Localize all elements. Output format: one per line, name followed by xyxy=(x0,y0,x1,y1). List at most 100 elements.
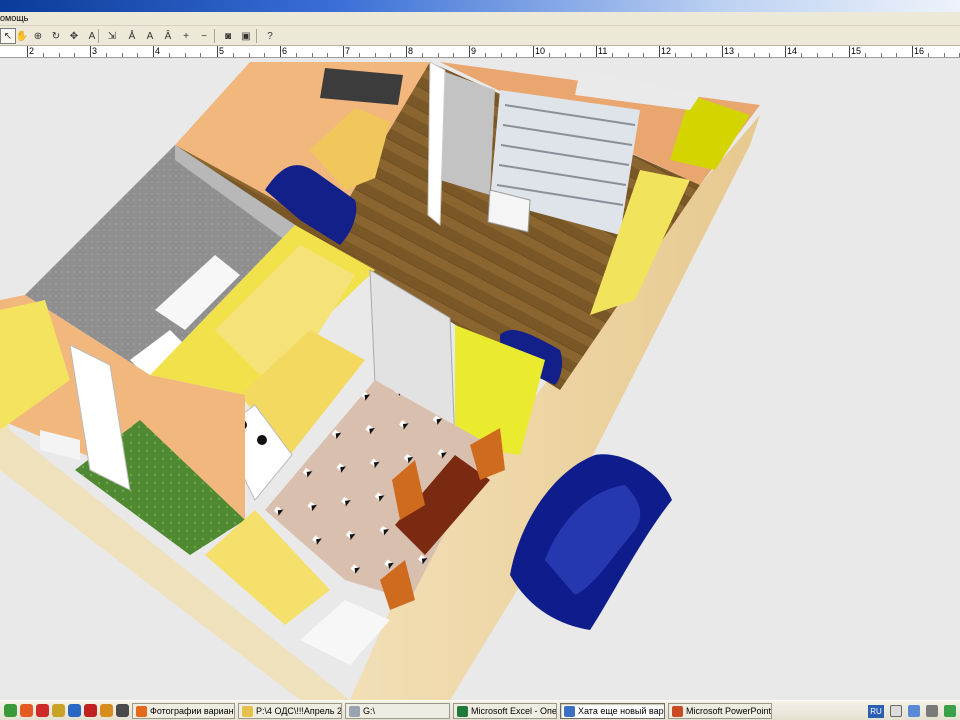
ruler-number: 13 xyxy=(724,46,735,56)
task-app-icon xyxy=(242,705,253,717)
task-label: Microsoft Excel - Операт... xyxy=(471,706,557,716)
help-tray-icon[interactable] xyxy=(890,705,902,717)
measure-tool-button[interactable]: Å xyxy=(124,28,140,44)
rotate-view-tool-button[interactable]: ↻ xyxy=(48,28,64,44)
ruler-tick xyxy=(533,46,534,57)
show-desktop-icon[interactable] xyxy=(4,704,17,717)
3d-view-canvas[interactable] xyxy=(0,58,960,700)
taskbar-task[interactable]: Фотографии вариантов... xyxy=(132,703,235,719)
ruler-tick xyxy=(153,46,154,57)
room-3d-render xyxy=(0,61,760,700)
ruler-minor-tick xyxy=(706,53,707,57)
ruler-minor-tick xyxy=(612,53,613,57)
ruler-tick xyxy=(659,46,660,57)
horizontal-ruler: 2 3 4 5 6 7 8 9 10 11 12 13 14 15 16 xyxy=(0,46,960,58)
ruler-number: 11 xyxy=(598,46,608,56)
menu-bar: омощь xyxy=(0,12,960,26)
zoom-in-button[interactable]: + xyxy=(178,28,194,44)
taskbar-task[interactable]: Microsoft PowerPoint - [... xyxy=(668,703,772,719)
ruler-minor-tick xyxy=(580,53,581,57)
dimension-tool-button[interactable]: ⇲ xyxy=(104,28,120,44)
ruler-minor-tick xyxy=(169,53,170,57)
ruler-minor-tick xyxy=(565,53,566,57)
ruler-number: 16 xyxy=(914,46,925,56)
zoom-region-tool-button[interactable]: ⊕ xyxy=(30,28,46,44)
ruler-number: 9 xyxy=(471,46,477,56)
ruler-minor-tick xyxy=(549,53,550,57)
label-tool-button[interactable]: A xyxy=(142,28,158,44)
ruler-minor-tick xyxy=(327,53,328,57)
taskbar-task[interactable]: Microsoft Excel - Операт... xyxy=(453,703,557,719)
ruler-minor-tick xyxy=(769,53,770,57)
task-label: P:\4 ОДС\!!!Апрель 20... xyxy=(256,706,342,716)
security-tray-icon[interactable] xyxy=(944,705,956,717)
app-icon[interactable] xyxy=(100,704,113,717)
ruler-minor-tick xyxy=(233,53,234,57)
ruler-tick xyxy=(343,46,344,57)
toolbar-separator xyxy=(256,29,257,43)
ruler-tick xyxy=(469,46,470,57)
ruler-minor-tick xyxy=(865,53,866,57)
taskbar: Фотографии вариантов... P:\4 ОДС\!!!Апрел… xyxy=(0,700,960,720)
radiation-icon[interactable] xyxy=(52,704,65,717)
ruler-minor-tick xyxy=(801,53,802,57)
ruler-number: 2 xyxy=(29,46,35,56)
more-icon[interactable] xyxy=(116,704,129,717)
ruler-minor-tick xyxy=(137,53,138,57)
camera-button[interactable]: ◙ xyxy=(220,28,236,44)
ruler-minor-tick xyxy=(675,53,676,57)
ruler-minor-tick xyxy=(516,53,517,57)
ruler-minor-tick xyxy=(944,53,945,57)
help-button[interactable]: ? xyxy=(262,28,278,44)
task-app-icon xyxy=(349,705,360,717)
ruler-minor-tick xyxy=(817,53,818,57)
ruler-number: 5 xyxy=(219,46,225,56)
height-tool-button[interactable]: Â xyxy=(160,28,176,44)
ruler-minor-tick xyxy=(453,53,454,57)
ruler-minor-tick xyxy=(643,53,644,57)
ruler-tick xyxy=(27,46,28,57)
ruler-minor-tick xyxy=(106,53,107,57)
task-label: G:\ xyxy=(363,706,376,716)
ruler-number: 12 xyxy=(661,46,672,56)
task-app-icon xyxy=(457,705,468,717)
taskbar-task[interactable]: P:\4 ОДС\!!!Апрель 20... xyxy=(238,703,342,719)
ruler-number: 6 xyxy=(282,46,288,56)
ruler-minor-tick xyxy=(185,53,186,57)
ruler-minor-tick xyxy=(881,53,882,57)
toolbar-separator xyxy=(98,29,99,43)
ruler-minor-tick xyxy=(832,53,833,57)
ruler-minor-tick xyxy=(122,53,123,57)
ruler-number: 10 xyxy=(535,46,546,56)
network-tray-icon[interactable] xyxy=(908,705,920,717)
menu-help[interactable]: омощь xyxy=(0,13,28,23)
toolbar-separator xyxy=(214,29,215,43)
photo-button[interactable]: ▣ xyxy=(238,28,254,44)
volume-tray-icon[interactable] xyxy=(926,705,938,717)
move-view-tool-button[interactable]: ✥ xyxy=(66,28,82,44)
zoom-out-button[interactable]: − xyxy=(196,28,212,44)
balcony-door xyxy=(440,70,495,195)
ruler-minor-tick xyxy=(485,53,486,57)
ruler-minor-tick xyxy=(296,53,297,57)
task-app-icon xyxy=(564,705,575,717)
ruler-minor-tick xyxy=(438,53,439,57)
word-icon[interactable] xyxy=(68,704,81,717)
taskbar-task[interactable]: G:\ xyxy=(345,703,450,719)
ruler-tick xyxy=(596,46,597,57)
ruler-minor-tick xyxy=(312,53,313,57)
browser-icon[interactable] xyxy=(20,704,33,717)
opera-icon[interactable] xyxy=(36,704,49,717)
ruler-minor-tick xyxy=(359,53,360,57)
ruler-minor-tick xyxy=(200,53,201,57)
ruler-number: 15 xyxy=(851,46,862,56)
ruler-minor-tick xyxy=(738,53,739,57)
ruler-tick xyxy=(406,46,407,57)
pan-tool-button[interactable]: ✋ xyxy=(14,28,30,44)
ruler-tick xyxy=(849,46,850,57)
task-label: Microsoft PowerPoint - [... xyxy=(686,706,772,716)
ruler-tick xyxy=(722,46,723,57)
pdf-icon[interactable] xyxy=(84,704,97,717)
language-indicator[interactable]: RU xyxy=(868,704,884,718)
taskbar-task[interactable]: Хата еще новый вар... xyxy=(560,703,665,719)
